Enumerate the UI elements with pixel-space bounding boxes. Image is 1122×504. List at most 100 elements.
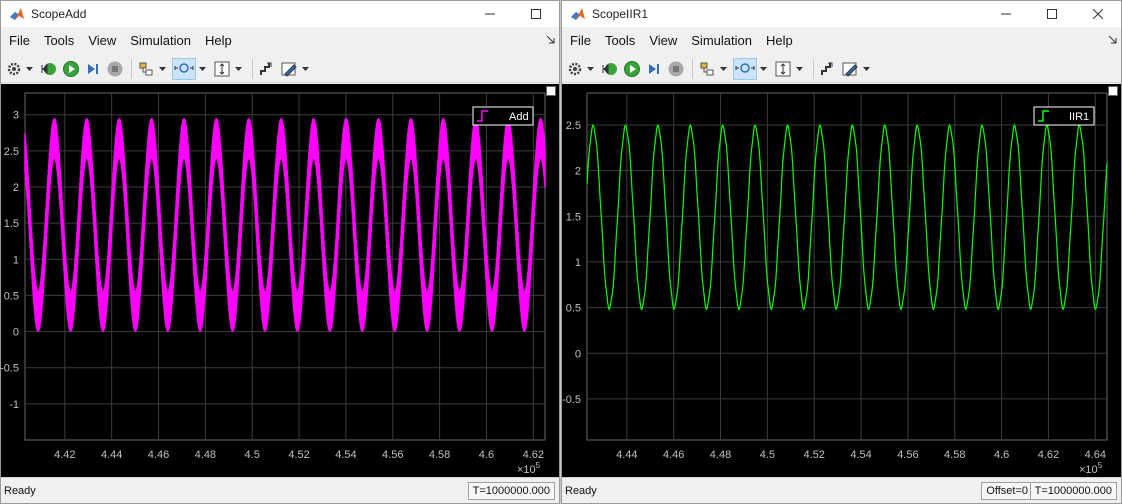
status-text: Ready bbox=[4, 484, 36, 497]
run-button[interactable] bbox=[61, 58, 81, 80]
highlight-block-button[interactable] bbox=[136, 58, 156, 80]
scope-window-add: ScopeAdd File Tools View Simulation Help bbox=[0, 0, 560, 504]
chevron-down-icon bbox=[158, 66, 166, 71]
chevron-down-icon bbox=[719, 66, 727, 71]
matlab-logo-icon bbox=[571, 8, 585, 20]
legend[interactable]: Add bbox=[472, 106, 534, 126]
step-back-button[interactable] bbox=[39, 58, 59, 80]
y-tick-label: 0 bbox=[575, 348, 581, 360]
style-dropdown[interactable] bbox=[301, 58, 309, 80]
zoom-icon bbox=[174, 62, 194, 73]
dock-arrow-icon[interactable] bbox=[1109, 36, 1117, 44]
settings-button[interactable] bbox=[5, 58, 23, 80]
title-bar[interactable]: ScopeIIR1 bbox=[562, 1, 1121, 27]
maximize-button[interactable] bbox=[513, 1, 559, 27]
signal-block-icon bbox=[139, 62, 153, 75]
x-tick-labels: 4.42 4.44 4.46 4.48 4.5 4.52 4.54 4.56 4.58 4.6 4.… bbox=[54, 449, 544, 461]
scale-axes-button[interactable] bbox=[212, 58, 232, 80]
time-indicator: T=1000000.000 bbox=[1029, 482, 1117, 500]
y-tick-label: 0 bbox=[13, 327, 19, 339]
zoom-button[interactable] bbox=[172, 57, 196, 80]
style-button[interactable] bbox=[840, 58, 860, 80]
scale-axes-icon bbox=[775, 61, 791, 76]
cursor-measurements-button[interactable] bbox=[257, 58, 277, 80]
style-dropdown[interactable] bbox=[862, 58, 870, 80]
close-button[interactable] bbox=[1075, 1, 1121, 27]
chevron-down-icon bbox=[234, 66, 242, 71]
zoom-button[interactable] bbox=[733, 57, 757, 80]
title-bar[interactable]: ScopeAdd bbox=[1, 1, 559, 27]
undock-button[interactable] bbox=[1108, 86, 1118, 96]
step-forward-button[interactable] bbox=[83, 58, 103, 80]
stop-button[interactable] bbox=[666, 58, 686, 80]
menu-simulation[interactable]: Simulation bbox=[124, 27, 199, 55]
close-icon bbox=[1093, 9, 1103, 19]
block-dropdown[interactable] bbox=[158, 58, 166, 80]
x-tick-label: 4.56 bbox=[897, 449, 918, 461]
chevron-down-icon bbox=[301, 66, 309, 71]
menu-help[interactable]: Help bbox=[199, 27, 240, 55]
stairs-icon bbox=[260, 62, 272, 75]
legend[interactable]: IIR1 bbox=[1033, 106, 1095, 126]
menu-help[interactable]: Help bbox=[760, 27, 801, 55]
gear-icon bbox=[568, 62, 582, 75]
zoom-dropdown[interactable] bbox=[759, 58, 767, 80]
play-icon bbox=[63, 60, 79, 77]
x-tick-label: 4.6 bbox=[479, 449, 494, 461]
settings-dropdown[interactable] bbox=[25, 58, 33, 80]
scope-display[interactable]: -1 -0.5 0 0.5 1 1.5 2 2.5 3 4.42 4.44 4.46 4.48 4.5 4… bbox=[1, 84, 559, 479]
menu-file[interactable]: File bbox=[3, 27, 38, 55]
maximize-button[interactable] bbox=[1029, 1, 1075, 27]
x-multiplier-label: ×105 bbox=[517, 461, 541, 476]
x-tick-label: 4.56 bbox=[382, 449, 403, 461]
menu-simulation[interactable]: Simulation bbox=[685, 27, 760, 55]
y-tick-labels: -0.5 0 0.5 1 1.5 2 2.5 bbox=[562, 120, 581, 406]
status-text: Ready bbox=[565, 484, 597, 497]
cursor-measurements-button[interactable] bbox=[818, 58, 838, 80]
toolbar bbox=[1, 55, 559, 83]
menu-view[interactable]: View bbox=[82, 27, 124, 55]
settings-dropdown[interactable] bbox=[586, 58, 594, 80]
chevron-down-icon bbox=[862, 66, 870, 71]
minimize-icon bbox=[485, 13, 495, 15]
series-trace-iir1 bbox=[586, 124, 1108, 311]
scale-axes-icon bbox=[214, 61, 230, 76]
minimize-button[interactable] bbox=[467, 1, 513, 27]
menu-file[interactable]: File bbox=[564, 27, 599, 55]
x-tick-label: 4.54 bbox=[850, 449, 871, 461]
trace-group bbox=[586, 124, 1108, 311]
scope-window-iir1: ScopeIIR1 File Tools View Simulation Hel… bbox=[561, 0, 1122, 504]
scope-display[interactable]: -0.5 0 0.5 1 1.5 2 2.5 4.44 4.46 4.48 4.5 4.52 4.54… bbox=[562, 84, 1121, 479]
scale-dropdown[interactable] bbox=[795, 58, 803, 80]
x-tick-label: 4.46 bbox=[148, 449, 169, 461]
stop-icon bbox=[107, 61, 123, 76]
chevron-down-icon bbox=[759, 66, 767, 71]
highlight-block-button[interactable] bbox=[697, 58, 717, 80]
dock-arrow-icon[interactable] bbox=[547, 36, 555, 44]
scale-dropdown[interactable] bbox=[234, 58, 242, 80]
step-forward-button[interactable] bbox=[644, 58, 664, 80]
legend-label: IIR1 bbox=[1069, 111, 1089, 123]
undock-button[interactable] bbox=[546, 86, 556, 96]
menu-tools[interactable]: Tools bbox=[599, 27, 643, 55]
chevron-down-icon bbox=[795, 66, 803, 71]
signal-block-icon bbox=[700, 62, 714, 75]
menu-tools[interactable]: Tools bbox=[38, 27, 82, 55]
status-bar: Ready T=1000000.000 bbox=[1, 477, 559, 503]
scale-axes-button[interactable] bbox=[773, 58, 793, 80]
x-multiplier-label: ×105 bbox=[1079, 461, 1103, 476]
stop-button[interactable] bbox=[105, 58, 125, 80]
y-tick-label: 0.5 bbox=[566, 303, 581, 315]
y-tick-label: 1 bbox=[13, 254, 19, 266]
minimize-button[interactable] bbox=[983, 1, 1029, 27]
axes-box bbox=[586, 92, 1108, 441]
step-back-button[interactable] bbox=[600, 58, 620, 80]
style-button[interactable] bbox=[279, 58, 299, 80]
zoom-dropdown[interactable] bbox=[198, 58, 206, 80]
menu-view[interactable]: View bbox=[643, 27, 685, 55]
block-dropdown[interactable] bbox=[719, 58, 727, 80]
toolbar-separator bbox=[131, 58, 132, 79]
settings-button[interactable] bbox=[566, 58, 584, 80]
run-button[interactable] bbox=[622, 58, 642, 80]
x-tick-label: 4.58 bbox=[944, 449, 965, 461]
